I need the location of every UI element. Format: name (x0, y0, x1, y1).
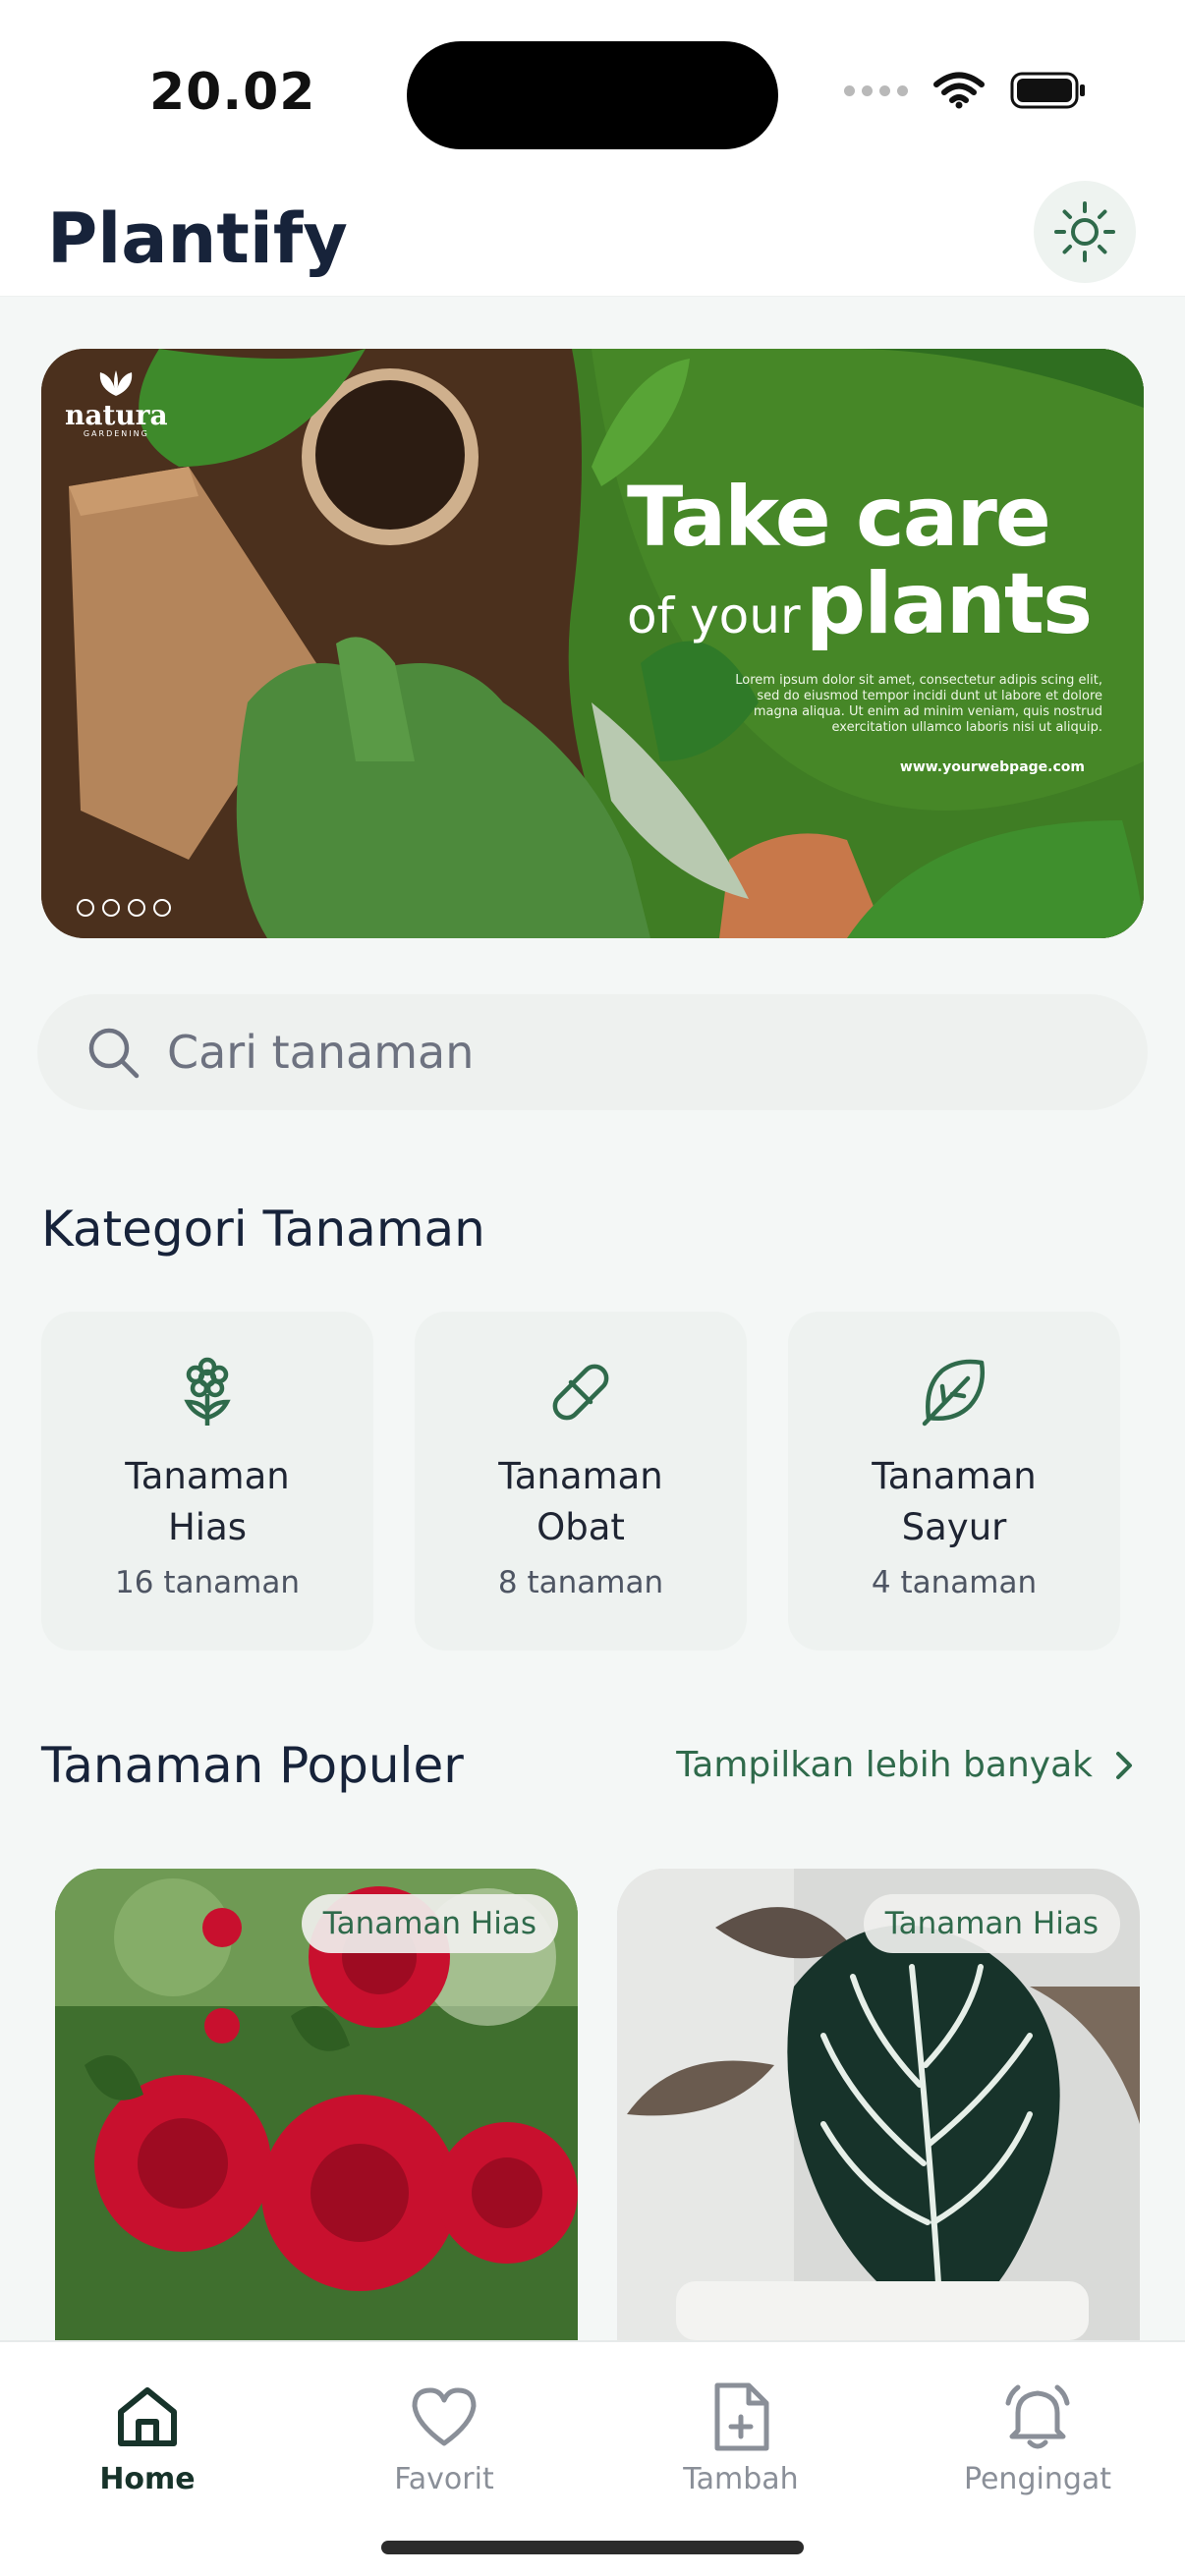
banner-social-icons (77, 899, 171, 917)
pill-icon (552, 1364, 609, 1421)
tab-label: Tambah (683, 2462, 799, 2496)
banner-headline-big: plants (805, 555, 1094, 653)
instagram-icon (77, 899, 94, 917)
promo-banner[interactable]: natura GARDENING Take care of your plant… (41, 349, 1144, 938)
banner-body-text: Lorem ipsum dolor sit amet, consectetur … (735, 673, 1102, 735)
category-badge: Tanaman Hias (301, 1894, 558, 1953)
search-icon (88, 1028, 140, 1079)
popular-card-alocasia[interactable]: Tanaman Hias (617, 1869, 1140, 2340)
dynamic-island (407, 41, 778, 149)
app-title: Plantify (47, 198, 348, 279)
status-indicators (844, 71, 1087, 110)
search-input[interactable] (167, 1026, 1051, 1079)
category-label: Tanaman Obat (498, 1455, 663, 1548)
popular-card-roses[interactable]: Tanaman Hias (55, 1869, 578, 2340)
leaf-icon (922, 1359, 985, 1427)
category-card-sayur[interactable]: Tanaman Sayur 4 tanaman (788, 1312, 1120, 1651)
status-time: 20.02 (149, 63, 316, 122)
tab-favorit[interactable]: Favorit (326, 2378, 562, 2496)
battery-icon (1010, 72, 1085, 109)
category-count: 8 tanaman (497, 1565, 664, 1600)
home-screen: 20.02 Plantify natura GARDENING Take car… (0, 0, 1185, 2576)
banner-headline-small: of your (627, 588, 801, 644)
tab-home[interactable]: Home (29, 2378, 265, 2496)
category-card-hias[interactable]: Tanaman Hias 16 tanaman (41, 1312, 373, 1651)
add-file-icon (714, 2382, 769, 2451)
see-more-link[interactable]: Tampilkan lebih banyak (676, 1745, 1134, 1785)
category-count: 16 tanaman (115, 1565, 300, 1600)
whatsapp-icon (153, 899, 171, 917)
banner-headline-1: Take care (627, 469, 1051, 565)
see-more-label: Tampilkan lebih banyak (676, 1745, 1093, 1785)
leaf-logo-icon (100, 370, 133, 396)
twitter-icon (128, 899, 145, 917)
flower-icon (184, 1357, 231, 1426)
tab-pengingat[interactable]: Pengingat (920, 2378, 1156, 2496)
search-bar[interactable] (37, 994, 1148, 1110)
cellular-signal-icon (844, 84, 908, 96)
home-icon (118, 2387, 177, 2446)
tab-label: Pengingat (963, 2462, 1112, 2496)
category-count: 4 tanaman (871, 1565, 1038, 1600)
wifi-icon (933, 72, 985, 109)
tab-tambah[interactable]: Tambah (623, 2378, 859, 2496)
brand-name: natura (65, 399, 168, 431)
category-label: Tanaman Hias (125, 1455, 290, 1548)
category-card-obat[interactable]: Tanaman Obat 8 tanaman (415, 1312, 747, 1651)
home-indicator (381, 2541, 804, 2554)
bell-icon (1005, 2384, 1070, 2449)
heart-icon (412, 2387, 477, 2446)
theme-toggle-button[interactable] (1034, 181, 1136, 283)
tab-label: Home (99, 2462, 196, 2496)
facebook-icon (102, 899, 120, 917)
popular-title: Tanaman Populer (41, 1737, 464, 1794)
category-badge: Tanaman Hias (863, 1894, 1120, 1953)
app-header: Plantify (0, 177, 1185, 297)
category-label: Tanaman Sayur (872, 1455, 1037, 1548)
banner-url: www.yourwebpage.com (899, 759, 1085, 775)
banner-headline-2: of your plants (627, 555, 1094, 653)
sun-icon (1054, 201, 1115, 262)
categories-title: Kategori Tanaman (41, 1201, 485, 1258)
tab-label: Favorit (394, 2462, 494, 2496)
banner-brand-logo: natura GARDENING (65, 368, 168, 438)
chevron-right-icon (1116, 1751, 1132, 1779)
status-bar: 20.02 (0, 0, 1185, 177)
